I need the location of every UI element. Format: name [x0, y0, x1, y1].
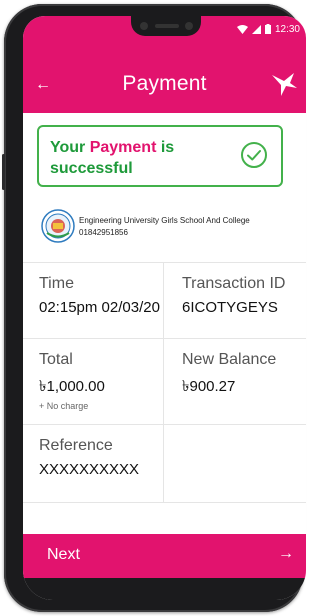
camera-dot [140, 22, 148, 30]
new-balance-label: New Balance [182, 351, 277, 368]
success-message: Your Payment is successful [50, 137, 230, 179]
empty-cell [163, 425, 306, 503]
new-balance-value: ৳900.27 [182, 378, 236, 395]
speaker-grille [155, 24, 179, 28]
camera-notch [131, 16, 201, 36]
success-highlight: Payment [89, 139, 157, 156]
arrow-right-icon: → [278, 545, 294, 562]
time-cell: Time 02:15pm 02/03/20 [23, 263, 163, 339]
charge-note: + No charge [39, 401, 89, 411]
next-button[interactable]: Next → [23, 534, 306, 578]
screen: 12:30 ← Payment Your Payment is successf… [23, 16, 306, 600]
transaction-id-cell: Transaction ID 6ICOTYGEYS [163, 263, 306, 339]
check-circle-icon [241, 142, 267, 168]
success-banner: Your Payment is successful [37, 125, 283, 187]
signal-icon [251, 24, 261, 34]
transaction-details: Time 02:15pm 02/03/20 Transaction ID 6IC… [23, 262, 306, 503]
volume-button [2, 154, 5, 190]
battery-icon [264, 24, 271, 34]
reference-label: Reference [39, 437, 113, 454]
merchant-name: Engineering University Girls School And … [79, 216, 250, 225]
transaction-id-value: 6ICOTYGEYS [182, 299, 278, 316]
bkash-bird-logo-icon [272, 73, 297, 96]
status-bar: 12:30 [236, 20, 300, 38]
next-label: Next [47, 546, 80, 563]
time-value: 02:15pm 02/03/20 [39, 299, 160, 316]
app-header: 12:30 ← Payment [23, 16, 306, 113]
status-time: 12:30 [274, 23, 300, 35]
wifi-icon [236, 24, 248, 34]
reference-value: XXXXXXXXXX [39, 461, 140, 478]
school-logo-icon [41, 209, 75, 243]
reference-cell: Reference XXXXXXXXXX [23, 425, 163, 503]
merchant-phone: 01842951856 [79, 228, 128, 237]
total-value: ৳1,000.00 [39, 378, 105, 395]
time-label: Time [39, 275, 74, 292]
phone-frame: 12:30 ← Payment Your Payment is successf… [2, 4, 306, 612]
page-title: Payment [122, 72, 207, 95]
new-balance-cell: New Balance ৳900.27 [163, 339, 306, 425]
bottom-bezel [23, 578, 306, 600]
sensor-dot [185, 22, 193, 30]
merchant-info: Engineering University Girls School And … [41, 209, 301, 249]
transaction-id-label: Transaction ID [182, 275, 286, 292]
success-prefix: Your [50, 139, 90, 156]
total-cell: Total ৳1,000.00 + No charge [23, 339, 163, 425]
total-label: Total [39, 351, 73, 368]
